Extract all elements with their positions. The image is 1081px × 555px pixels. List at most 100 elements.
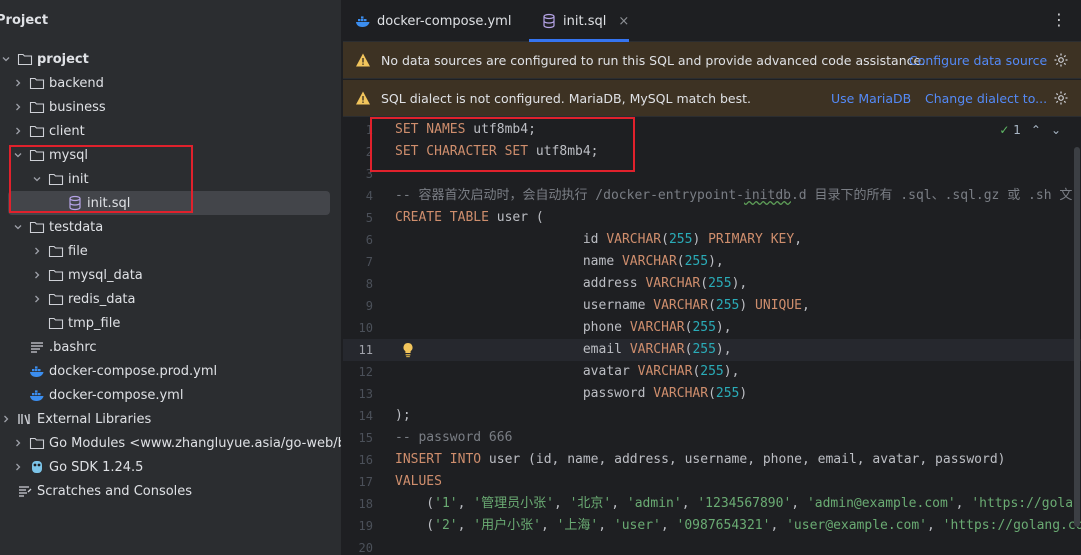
tree-item-scratches-and-consoles[interactable]: Scratches and Consoles bbox=[0, 479, 341, 503]
tree-item-init[interactable]: init bbox=[0, 167, 341, 191]
tree-item-mysql-data[interactable]: mysql_data bbox=[0, 263, 341, 287]
tree-item-project[interactable]: project bbox=[0, 47, 341, 71]
chevron-down-icon[interactable]: ⌄ bbox=[1051, 123, 1061, 137]
tree-item-file[interactable]: file bbox=[0, 239, 341, 263]
code-text: CREATE TABLE user ( bbox=[395, 207, 544, 229]
chevron-right-icon[interactable] bbox=[12, 119, 24, 143]
chevron-down-icon[interactable] bbox=[12, 215, 24, 239]
chevron-right-icon[interactable] bbox=[31, 263, 43, 287]
warning-icon bbox=[355, 90, 371, 106]
code-token: SET NAMES bbox=[395, 122, 474, 137]
sql-file-icon bbox=[67, 195, 83, 211]
project-panel-title[interactable]: Project bbox=[0, 0, 341, 42]
code-token: VARCHAR bbox=[606, 232, 662, 247]
code-line[interactable]: 9 username VARCHAR(255) UNIQUE, bbox=[343, 295, 1081, 317]
tree-item-label: Go SDK 1.24.5 bbox=[49, 459, 144, 475]
line-number: 11 bbox=[358, 343, 373, 357]
tree-item-label: project bbox=[37, 51, 89, 67]
close-icon[interactable]: × bbox=[618, 14, 629, 29]
code-line[interactable]: 4 -- 容器首次启动时，会自动执行 /docker-entrypoint-ini… bbox=[343, 185, 1081, 207]
tree-item-go-modules-www-zhangluyue-asia-go-web-business[interactable]: Go Modules <www.zhangluyue.asia/go-web/b… bbox=[0, 431, 341, 455]
code-token: name bbox=[395, 254, 622, 269]
tree-item-mysql[interactable]: mysql bbox=[0, 143, 341, 167]
tree-item-label: backend bbox=[49, 75, 104, 91]
code-line[interactable]: 7 name VARCHAR(255), bbox=[343, 251, 1081, 273]
tree-item-tmp-file[interactable]: tmp_file bbox=[0, 311, 341, 335]
tree-item-init-sql[interactable]: init.sql bbox=[8, 191, 330, 215]
text-file-icon bbox=[29, 339, 45, 355]
line-number: 6 bbox=[365, 233, 373, 247]
code-token: , bbox=[955, 496, 972, 511]
banner-message: No data sources are configured to run th… bbox=[381, 52, 926, 68]
tree-item-client[interactable]: client bbox=[0, 119, 341, 143]
tree-item-docker-compose-prod-yml[interactable]: docker-compose.prod.yml bbox=[0, 359, 341, 383]
chevron-down-icon[interactable] bbox=[0, 47, 12, 71]
chevron-right-icon[interactable] bbox=[31, 287, 43, 311]
more-options-icon[interactable]: ⋮ bbox=[1051, 10, 1067, 30]
code-line[interactable]: 3 bbox=[343, 163, 1081, 185]
change-dialect-link[interactable]: Change dialect to... bbox=[925, 91, 1047, 106]
code-token: ( bbox=[708, 298, 716, 313]
tab-init-sql[interactable]: init.sql × bbox=[529, 0, 629, 42]
code-line[interactable]: 5 CREATE TABLE user ( bbox=[343, 207, 1081, 229]
tree-item-label: Scratches and Consoles bbox=[37, 483, 193, 499]
gear-icon[interactable] bbox=[1053, 90, 1069, 106]
code-token: 255 bbox=[715, 298, 740, 313]
scrollbar-thumb[interactable] bbox=[1074, 147, 1080, 527]
gear-icon[interactable] bbox=[1053, 52, 1069, 68]
chevron-right-icon[interactable] bbox=[12, 431, 24, 455]
code-line[interactable]: 19 ('2', '用户小张', '上海', 'user', '09876543… bbox=[343, 515, 1081, 537]
code-line[interactable]: 6 id VARCHAR(255) PRIMARY KEY, bbox=[343, 229, 1081, 251]
tree-item-backend[interactable]: backend bbox=[0, 71, 341, 95]
code-token: 255 bbox=[692, 342, 716, 357]
code-line[interactable]: 14); bbox=[343, 405, 1081, 427]
code-line[interactable]: 11 email VARCHAR(255), bbox=[343, 339, 1081, 361]
chevron-right-icon[interactable] bbox=[12, 71, 24, 95]
code-line[interactable]: 2 SET CHARACTER SET utf8mb4; bbox=[343, 141, 1081, 163]
code-token: , bbox=[660, 518, 677, 533]
tab-docker-compose[interactable]: docker-compose.yml bbox=[355, 0, 515, 42]
tree-item-docker-compose-yml[interactable]: docker-compose.yml bbox=[0, 383, 341, 407]
chevron-right-icon[interactable] bbox=[12, 455, 24, 479]
tree-item-redis-data[interactable]: redis_data bbox=[0, 287, 341, 311]
use-mariadb-link[interactable]: Use MariaDB bbox=[831, 91, 911, 106]
code-line[interactable]: 20 bbox=[343, 537, 1081, 555]
configure-data-source-link[interactable]: Configure data source bbox=[909, 53, 1047, 68]
vertical-scrollbar[interactable] bbox=[1073, 117, 1081, 555]
chevron-up-icon[interactable]: ⌃ bbox=[1031, 123, 1041, 137]
code-text: ); bbox=[395, 405, 411, 427]
code-token: '0987654321' bbox=[676, 518, 771, 533]
chevron-right-icon[interactable] bbox=[0, 407, 12, 431]
tree-item-label: init.sql bbox=[87, 195, 131, 211]
code-line[interactable]: 15 -- password 666 bbox=[343, 427, 1081, 449]
code-line[interactable]: 12 avatar VARCHAR(255), bbox=[343, 361, 1081, 383]
chevron-right-icon[interactable] bbox=[12, 95, 24, 119]
code-token: '用户小张' bbox=[473, 518, 541, 533]
line-number: 17 bbox=[358, 475, 373, 489]
code-token: ) bbox=[739, 386, 748, 401]
inspection-widget[interactable]: ✓ 1 ⌃ ⌄ bbox=[999, 123, 1061, 137]
tree-item-go-sdk-1-24-5[interactable]: Go SDK 1.24.5 bbox=[0, 455, 341, 479]
code-line[interactable]: 1 SET NAMES utf8mb4; bbox=[343, 119, 1081, 141]
folder-icon bbox=[29, 75, 45, 91]
code-line[interactable]: 16 INSERT INTO user (id, name, address, u… bbox=[343, 449, 1081, 471]
code-line[interactable]: 18 ('1', '管理员小张', '北京', 'admin', '123456… bbox=[343, 493, 1081, 515]
code-editor[interactable]: 1 SET NAMES utf8mb4; 2 SET CHARACTER SET ut… bbox=[343, 117, 1081, 555]
code-line[interactable]: 10 phone VARCHAR(255), bbox=[343, 317, 1081, 339]
line-number: 1 bbox=[365, 123, 373, 137]
code-text: username VARCHAR(255) UNIQUE, bbox=[395, 295, 810, 317]
tree-item-bashrc[interactable]: .bashrc bbox=[0, 335, 341, 359]
code-line[interactable]: 13 password VARCHAR(255) bbox=[343, 383, 1081, 405]
tree-item-testdata[interactable]: testdata bbox=[0, 215, 341, 239]
code-line[interactable]: 17 VALUES bbox=[343, 471, 1081, 493]
code-token: , bbox=[598, 518, 614, 533]
chevron-down-icon[interactable] bbox=[31, 167, 43, 191]
chevron-down-icon[interactable] bbox=[12, 143, 24, 167]
code-line[interactable]: 8 address VARCHAR(255), bbox=[343, 273, 1081, 295]
chevron-right-icon[interactable] bbox=[31, 239, 43, 263]
tree-item-business[interactable]: business bbox=[0, 95, 341, 119]
code-token: id bbox=[395, 232, 607, 247]
tree-item-external-libraries[interactable]: External Libraries bbox=[0, 407, 341, 431]
bulb-icon[interactable] bbox=[401, 342, 415, 358]
tree-item-label: docker-compose.prod.yml bbox=[49, 363, 218, 379]
